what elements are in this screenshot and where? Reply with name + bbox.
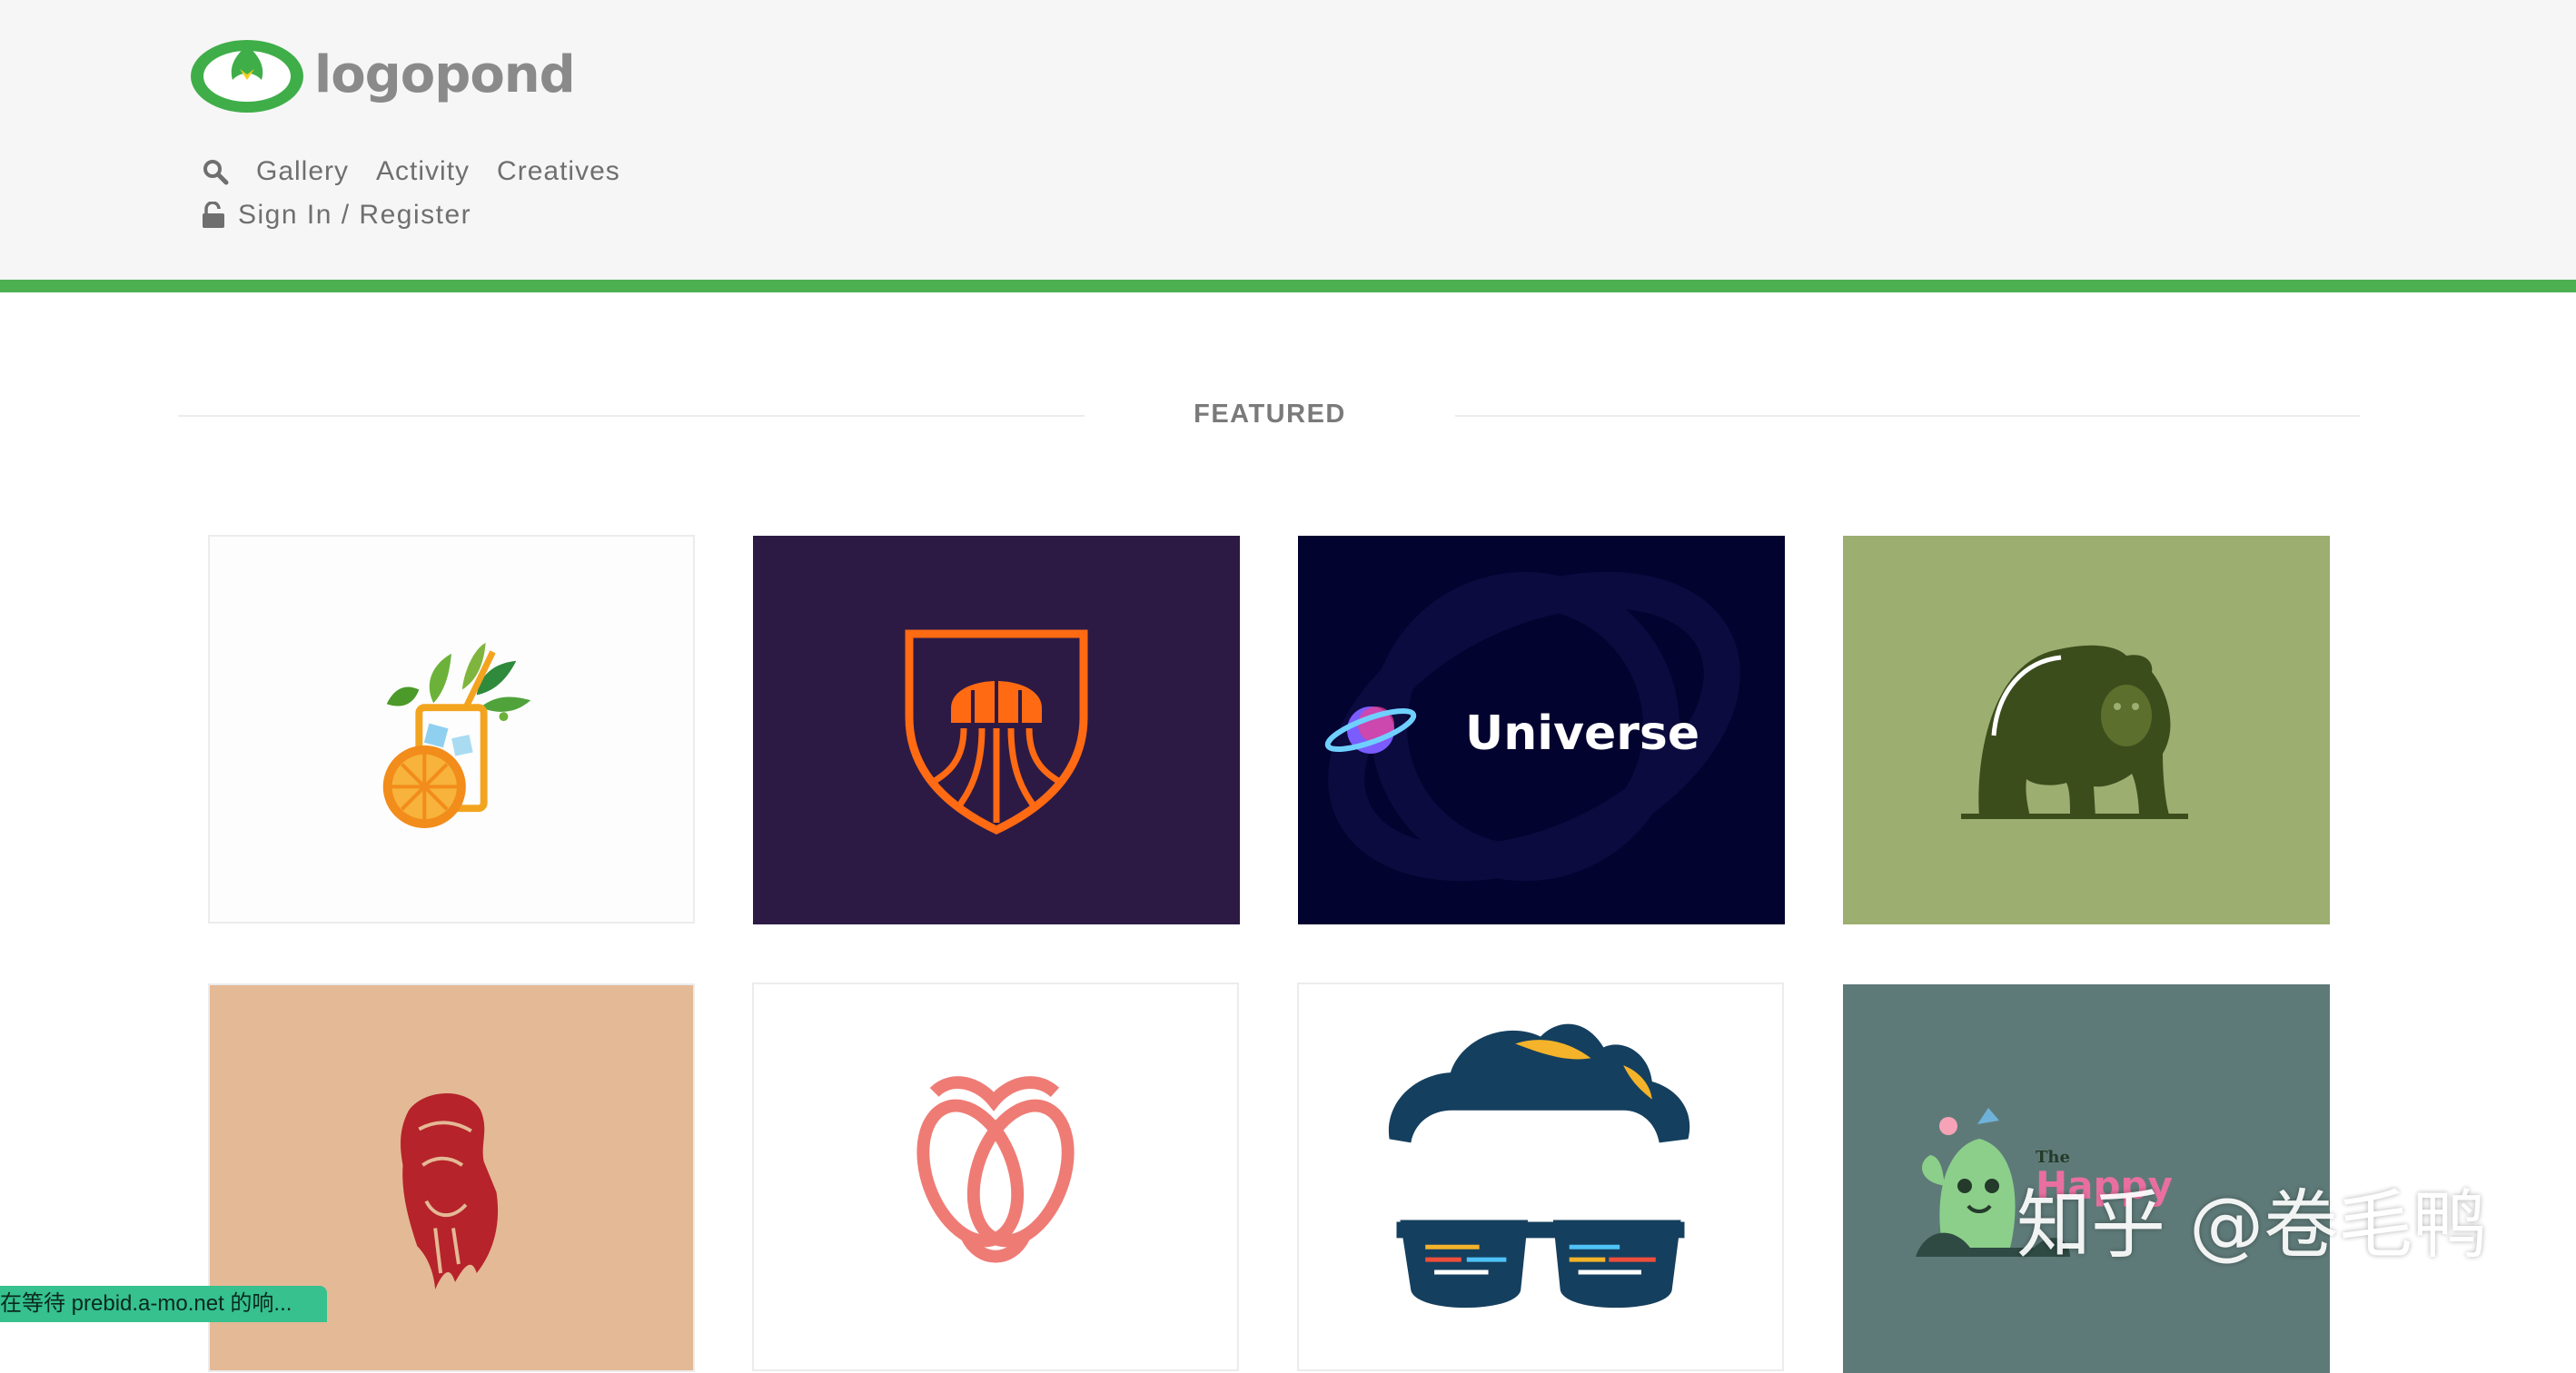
universe-logo-icon: Universe	[1324, 571, 1740, 882]
nav-activity[interactable]: Activity	[376, 156, 470, 187]
logopond-logo[interactable]: logopond	[189, 29, 576, 116]
main-nav: Gallery Activity Creatives	[202, 156, 620, 187]
tile-knot-logo[interactable]	[752, 983, 1239, 1371]
divider-left	[178, 415, 1085, 417]
tile-universe-logo[interactable]: Universe	[1298, 536, 1785, 924]
bear-logo-icon	[1961, 645, 2188, 819]
tile-drink-logo[interactable]	[208, 535, 695, 924]
logo-text: logopond	[314, 44, 576, 104]
signin-register-link[interactable]: Sign In / Register	[238, 200, 471, 231]
nav-creatives[interactable]: Creatives	[497, 156, 620, 187]
browser-status-bar: 在等待 prebid.a-mo.net 的响...	[0, 1286, 327, 1322]
tile-jellyfish-shield-logo[interactable]	[753, 536, 1240, 924]
lotus-logo-icon	[191, 40, 303, 113]
zhihu-watermark: 知乎 @卷毛鸭	[2016, 1182, 2488, 1269]
coder-glasses-logo-icon	[1388, 1023, 1690, 1309]
universe-wordmark: Universe	[1465, 706, 1699, 761]
tile-coder-glasses-logo[interactable]	[1297, 983, 1784, 1371]
signin-row[interactable]: Sign In / Register	[202, 200, 471, 231]
search-icon[interactable]	[202, 158, 229, 185]
nav-gallery[interactable]: Gallery	[256, 156, 349, 187]
drink-logo-icon	[382, 642, 531, 828]
site-header: logopond Gallery Activity Creatives Sign…	[0, 0, 2576, 280]
featured-heading: FEATURED	[1194, 400, 1346, 429]
jellyfish-shield-icon	[905, 629, 1088, 835]
header-accent-bar	[0, 280, 2576, 292]
divider-right	[1455, 415, 2360, 417]
unlock-icon	[202, 202, 225, 229]
knot-logo-icon	[916, 1076, 1075, 1263]
tile-bear-logo[interactable]	[1843, 536, 2330, 924]
